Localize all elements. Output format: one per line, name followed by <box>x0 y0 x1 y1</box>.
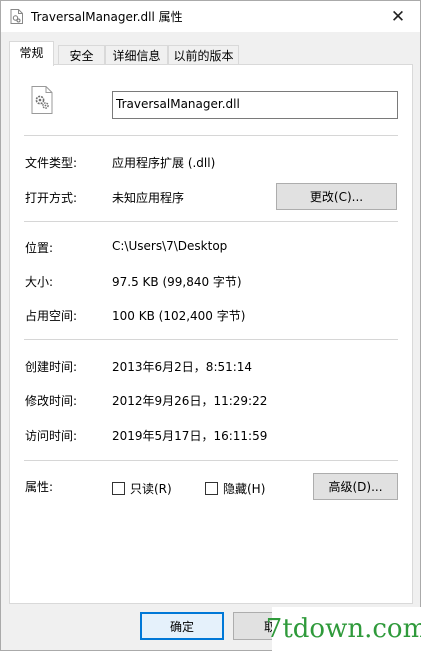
tab-general[interactable]: 常规 <box>9 41 54 66</box>
created-label: 创建时间: <box>25 360 78 374</box>
opens-with-label: 打开方式: <box>25 191 78 205</box>
location-label: 位置: <box>25 241 54 255</box>
checkbox-box[interactable] <box>205 482 218 495</box>
ok-button[interactable]: 确定 <box>140 612 224 640</box>
size-on-disk-value: 100 KB (102,400 字节) <box>112 309 246 323</box>
tab-previous-versions[interactable]: 以前的版本 <box>168 45 239 65</box>
watermark-text: 7tdown.com <box>265 614 421 644</box>
divider <box>24 339 398 340</box>
opens-with-value: 未知应用程序 <box>112 191 185 205</box>
modified-value: 2012年9月26日，11:29:22 <box>112 394 268 408</box>
properties-window: TraversalManager.dll 属性 ✕ 常规 安全 详细信息 以前的… <box>0 0 421 651</box>
title-bar[interactable]: TraversalManager.dll 属性 ✕ <box>1 1 420 32</box>
created-value: 2013年6月2日，8:51:14 <box>112 360 253 374</box>
hidden-label: 隐藏(H) <box>223 482 266 496</box>
file-type-label: 文件类型: <box>25 156 78 170</box>
divider <box>24 221 398 222</box>
watermark: 7tdown.com <box>266 607 421 651</box>
readonly-checkbox[interactable]: 只读(R) <box>112 480 172 497</box>
divider <box>24 460 398 461</box>
general-panel: TraversalManager.dll 文件类型: 应用程序扩展 (.dll)… <box>9 64 413 604</box>
divider <box>24 135 398 136</box>
advanced-button[interactable]: 高级(D)... <box>313 473 398 500</box>
accessed-value: 2019年5月17日，16:11:59 <box>112 429 268 443</box>
file-name-field[interactable]: TraversalManager.dll <box>112 91 398 119</box>
close-button[interactable]: ✕ <box>376 1 420 32</box>
size-label: 大小: <box>25 275 54 289</box>
file-type-value: 应用程序扩展 (.dll) <box>112 156 216 170</box>
checkbox-box[interactable] <box>112 482 125 495</box>
tab-security[interactable]: 安全 <box>58 45 105 65</box>
gear-file-icon <box>31 86 53 114</box>
size-value: 97.5 KB (99,840 字节) <box>112 275 242 289</box>
size-on-disk-label: 占用空间: <box>25 309 78 323</box>
close-icon: ✕ <box>390 6 406 27</box>
dll-file-icon <box>10 9 23 24</box>
attributes-label: 属性: <box>25 480 54 494</box>
window-title: TraversalManager.dll 属性 <box>31 10 183 24</box>
location-value: C:\Users\7\Desktop <box>112 239 228 253</box>
change-button[interactable]: 更改(C)... <box>276 183 397 210</box>
tab-details[interactable]: 详细信息 <box>105 45 168 65</box>
accessed-label: 访问时间: <box>25 429 78 443</box>
hidden-checkbox[interactable]: 隐藏(H) <box>205 480 265 497</box>
modified-label: 修改时间: <box>25 394 78 408</box>
readonly-label: 只读(R) <box>130 482 172 496</box>
